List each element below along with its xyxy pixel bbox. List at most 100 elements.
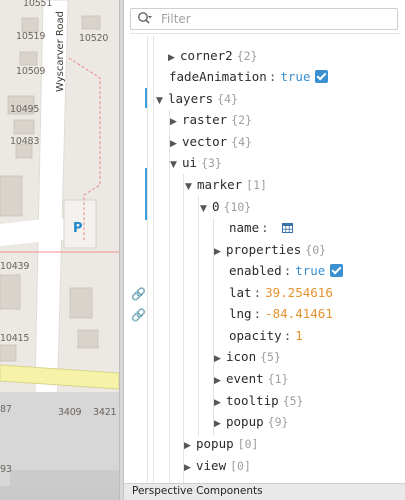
property-key: fadeAnimation [169,69,267,84]
map-view[interactable]: 10551 10519 10520 10509 10495 10483 1043… [0,0,119,486]
tree-row-marker[interactable]: ▼ marker [1] [185,175,267,195]
address-label: 10415 [0,333,30,344]
property-value[interactable]: 39.254616 [265,285,333,300]
checkbox-checked-icon[interactable] [315,70,329,83]
address-label: 10483 [10,136,40,147]
property-key: lat [229,285,252,300]
address-label: 3421 [93,407,117,418]
caret-right-icon[interactable]: ▶ [184,458,196,478]
modified-marker [145,88,147,108]
tree-row-enabled[interactable]: enabled: true [229,261,344,281]
property-value[interactable]: 1 [295,328,303,343]
caret-down-icon[interactable]: ▼ [170,155,182,175]
tree-row-fadeanimation[interactable]: fadeAnimation: true [169,67,329,87]
link-icon[interactable]: 🔗 [131,288,146,300]
tree-row-opacity[interactable]: opacity:1 [229,326,303,346]
tree-row-lat[interactable]: lat:39.254616 [229,283,333,303]
child-count: {2} [236,49,258,63]
property-value[interactable]: true [280,69,310,84]
search-icon [138,12,152,24]
address-label: 10520 [79,33,109,44]
caret-right-icon[interactable]: ▶ [214,242,226,262]
child-count: {3} [201,156,222,170]
property-value[interactable]: -84.41461 [265,306,333,321]
caret-right-icon[interactable]: ▶ [214,393,226,413]
child-count: {4} [231,135,252,149]
tree-row-popup[interactable]: ▶ popup {9} [214,412,288,432]
child-count: [0] [237,437,259,451]
tree-row-lng[interactable]: lng: -84.41461 [229,304,333,324]
tree-row-ui[interactable]: ▼ ui {3} [170,153,222,173]
caret-right-icon[interactable]: ▶ [214,371,226,391]
tree-row-properties[interactable]: ▶ properties {0} [214,240,326,260]
property-editor-panel: 🔗 🔗 ▶corner2{2} fadeAnimation:true ▼laye… [124,0,405,500]
caret-down-icon[interactable]: ▼ [156,91,168,111]
tree-row-name[interactable]: name: [229,218,294,238]
property-key: 0 [212,199,220,214]
link-icon[interactable]: 🔗 [131,309,146,321]
property-key: popup [196,436,234,451]
property-key: vector [182,134,228,149]
tree-row-ui-view[interactable]: ▶ view [0] [184,456,251,476]
child-count: {5} [282,394,304,408]
modified-marker [145,168,147,220]
tree-row-ui-popup[interactable]: ▶ popup [0] [184,434,258,454]
property-key: layers [168,91,214,106]
caret-right-icon[interactable]: ▶ [170,134,182,154]
child-count: [1] [246,178,267,192]
caret-right-icon[interactable]: ▶ [214,414,226,434]
tree-row-vector[interactable]: ▶ vector {4} [170,132,252,152]
property-key: event [226,371,264,386]
property-key: lng [229,306,252,321]
address-label: 10495 [10,104,40,115]
property-key: ui [182,155,198,170]
address-label: 10551 [23,0,53,9]
caret-right-icon[interactable]: ▶ [184,436,196,456]
tree-row-corner2[interactable]: ▶ corner2 {2} [168,46,257,66]
filter-bar[interactable] [130,8,398,30]
caret-right-icon[interactable]: ▶ [214,349,226,369]
tree-row-raster[interactable]: ▶ raster {2} [170,110,252,130]
indent-guide [153,36,154,483]
filter-input[interactable] [161,10,391,28]
property-key: enabled [229,263,282,278]
property-key: raster [182,112,228,127]
property-key: properties [226,242,302,257]
property-key: opacity [229,328,282,343]
tree-row-icon[interactable]: ▶ icon {5} [214,347,281,367]
checkbox-checked-icon[interactable] [330,264,344,277]
tree-row-layers[interactable]: ▼ layers {4} [156,89,238,109]
binding-gutter: 🔗 🔗 [124,36,148,483]
property-colon: : [253,285,262,300]
child-count: {5} [260,350,281,364]
property-value[interactable]: true [295,263,325,278]
property-key: corner2 [180,48,233,63]
child-count: {9} [267,415,289,429]
property-key: name [229,220,260,235]
property-colon: : [283,263,292,278]
filter-separator [130,33,400,34]
child-count: [0] [230,459,251,473]
address-label: 3409 [58,407,82,418]
child-count: {4} [217,92,238,106]
tree-row-tooltip[interactable]: ▶ tooltip {5} [214,391,303,411]
perspective-components-tab[interactable]: Perspective Components [124,483,405,500]
property-key: icon [226,349,257,364]
tree-row-marker-0[interactable]: ▼ 0 {10} [200,197,251,217]
property-key: tooltip [226,393,279,408]
dataset-grid-icon[interactable] [282,223,294,233]
caret-right-icon[interactable]: ▶ [170,112,182,132]
address-label: 93 [0,464,12,475]
indent-guide [198,196,199,436]
tree-row-event[interactable]: ▶ event {1} [214,369,288,389]
caret-right-icon[interactable]: ▶ [168,48,180,68]
child-count: {10} [223,200,252,214]
property-colon: : [261,220,269,235]
child-count: {1} [267,372,289,386]
map-bottom-strip [0,486,119,500]
caret-down-icon[interactable]: ▼ [185,177,197,197]
address-label: 10519 [16,31,46,42]
caret-down-icon[interactable]: ▼ [200,199,212,219]
property-key: marker [197,177,243,192]
address-label: 10509 [16,66,46,77]
